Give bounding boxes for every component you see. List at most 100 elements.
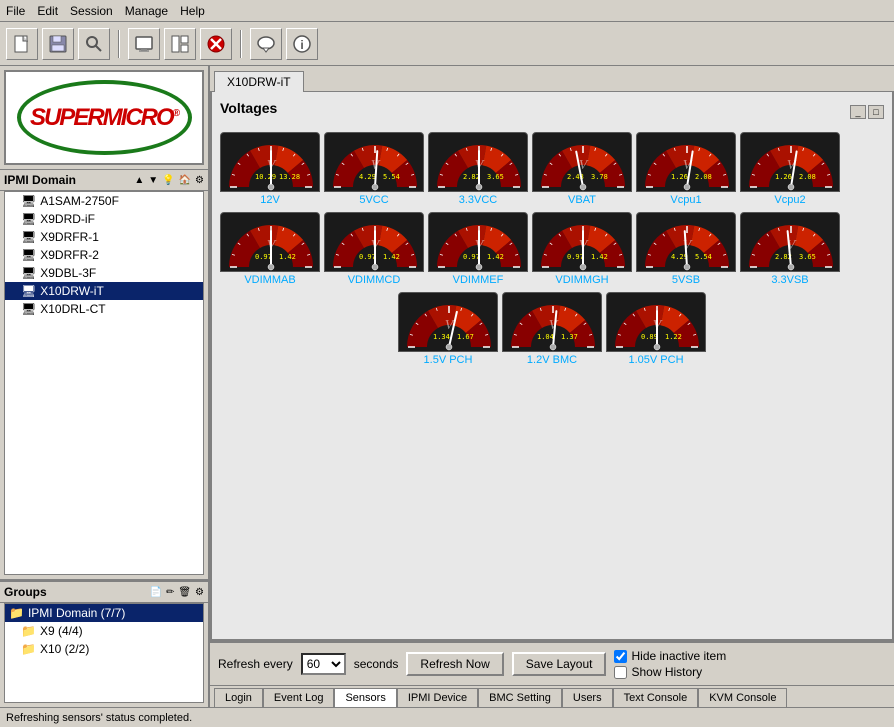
show-history-label[interactable]: Show History bbox=[614, 665, 726, 679]
gauge-row: V 10.29 12 13.28 12V V 4.29 5.02 5.54 5V… bbox=[220, 132, 884, 206]
menu-manage[interactable]: Manage bbox=[125, 4, 168, 18]
minimize-button[interactable]: _ bbox=[850, 105, 866, 119]
gauge-label: VDIMMAB bbox=[244, 274, 295, 286]
svg-text:5.54: 5.54 bbox=[695, 253, 712, 261]
bulb-icon[interactable]: 💡 bbox=[162, 175, 174, 186]
monitor-button[interactable] bbox=[128, 28, 160, 60]
menu-session[interactable]: Session bbox=[70, 4, 113, 18]
toolbar-separator-2 bbox=[240, 30, 242, 58]
groups-header: Groups 📄 ✏ 🗑 ⚙ bbox=[0, 581, 208, 603]
gauge-image: V 0.97 1.2 1.42 bbox=[324, 212, 424, 272]
search-button[interactable] bbox=[78, 28, 110, 60]
message-button[interactable] bbox=[250, 28, 282, 60]
group-item-x9[interactable]: 📁 X9 (4/4) bbox=[5, 622, 203, 640]
gauge-image: V 2.43 2.95 3.78 bbox=[532, 132, 632, 192]
svg-text:4.29: 4.29 bbox=[359, 173, 376, 181]
info-button[interactable]: i bbox=[286, 28, 318, 60]
gauge-cell-5vsb: V 4.29 4.94 5.54 5VSB bbox=[636, 212, 736, 286]
logo-area: SUPERMICRO® bbox=[4, 70, 204, 165]
tree-item-x9drd[interactable]: 🖥 X9DRD-iF bbox=[5, 210, 203, 228]
gauge-image: V 10.29 12 13.28 bbox=[220, 132, 320, 192]
svg-text:1.04: 1.04 bbox=[537, 333, 554, 341]
tree-item-x9drfr2[interactable]: 🖥 X9DRFR-2 bbox=[5, 246, 203, 264]
svg-text:1.42: 1.42 bbox=[279, 253, 296, 261]
refresh-now-button[interactable]: Refresh Now bbox=[406, 652, 503, 676]
group-item-ipmi-domain[interactable]: 📁 IPMI Domain (7/7) bbox=[5, 604, 203, 622]
show-history-checkbox[interactable] bbox=[614, 666, 627, 679]
tab-bmc-setting[interactable]: BMC Setting bbox=[478, 688, 562, 707]
edit-group-icon[interactable]: ✏ bbox=[166, 587, 174, 598]
tree-item-x10drw[interactable]: 🖥 X10DRW-iT bbox=[5, 282, 203, 300]
settings-icon[interactable]: ⚙ bbox=[195, 175, 204, 186]
svg-text:1.22: 1.22 bbox=[665, 333, 682, 341]
gauge-image: V 0.97 1.2 1.42 bbox=[532, 212, 632, 272]
tree-item-x10drl[interactable]: 🖥 X10DRL-CT bbox=[5, 300, 203, 318]
save-button[interactable] bbox=[42, 28, 74, 60]
tab-users[interactable]: Users bbox=[562, 688, 613, 707]
add-group-icon[interactable]: 📄 bbox=[149, 587, 161, 598]
delete-group-icon[interactable]: 🗑 bbox=[178, 587, 191, 598]
svg-text:3.28: 3.28 bbox=[465, 190, 484, 192]
gauge-label: VBAT bbox=[568, 194, 596, 206]
menu-file[interactable]: File bbox=[6, 4, 25, 18]
gauge-cell-3.3vsb: V 2.82 3.21 3.65 3.3VSB bbox=[740, 212, 840, 286]
hide-inactive-checkbox[interactable] bbox=[614, 650, 627, 663]
group-settings-icon[interactable]: ⚙ bbox=[195, 587, 204, 598]
svg-text:1.26: 1.26 bbox=[775, 173, 792, 181]
svg-text:1.2: 1.2 bbox=[260, 270, 275, 272]
svg-text:1.34: 1.34 bbox=[433, 333, 450, 341]
tab-sensors[interactable]: Sensors bbox=[334, 688, 396, 707]
svg-text:13.28: 13.28 bbox=[279, 173, 300, 181]
folder-icon: 📁 bbox=[21, 642, 36, 656]
svg-text:5.54: 5.54 bbox=[383, 173, 400, 181]
stop-button[interactable] bbox=[200, 28, 232, 60]
svg-text:3.78: 3.78 bbox=[591, 173, 608, 181]
svg-text:1.42: 1.42 bbox=[591, 253, 608, 261]
svg-text:1.37: 1.37 bbox=[561, 333, 578, 341]
groups-title: Groups bbox=[4, 585, 145, 599]
svg-text:1.21: 1.21 bbox=[539, 350, 558, 352]
svg-text:i: i bbox=[300, 38, 303, 52]
gauge-image: V 4.29 5.02 5.54 bbox=[324, 132, 424, 192]
tab-x10drw[interactable]: X10DRW-iT bbox=[214, 71, 304, 92]
arrow-down-icon[interactable]: ▼ bbox=[148, 175, 158, 186]
hide-inactive-label[interactable]: Hide inactive item bbox=[614, 649, 726, 663]
layout-button[interactable] bbox=[164, 28, 196, 60]
group-item-x10[interactable]: 📁 X10 (2/2) bbox=[5, 640, 203, 658]
tree-item-x9dbl[interactable]: 🖥 X9DBL-3F bbox=[5, 264, 203, 282]
window-controls: _ □ bbox=[850, 105, 884, 119]
toolbar: i bbox=[0, 22, 894, 66]
svg-text:2.82: 2.82 bbox=[463, 173, 480, 181]
svg-text:3.21: 3.21 bbox=[777, 270, 796, 272]
new-button[interactable] bbox=[6, 28, 38, 60]
tab-ipmi-device[interactable]: IPMI Device bbox=[397, 688, 478, 707]
refresh-interval-select[interactable]: 60 30 120 bbox=[301, 653, 346, 675]
maximize-button[interactable]: □ bbox=[868, 105, 884, 119]
svg-text:0.97: 0.97 bbox=[463, 253, 480, 261]
tree-item-x9drfr1[interactable]: 🖥 X9DRFR-1 bbox=[5, 228, 203, 246]
tree-item-a1sam[interactable]: 🖥 A1SAM-2750F bbox=[5, 192, 203, 210]
menu-edit[interactable]: Edit bbox=[37, 4, 58, 18]
tab-kvm-console[interactable]: KVM Console bbox=[698, 688, 787, 707]
gauge-label: Vcpu2 bbox=[774, 194, 805, 206]
logo-text: SUPERMICRO® bbox=[30, 104, 178, 132]
svg-text:10.29: 10.29 bbox=[255, 173, 276, 181]
tab-text-console[interactable]: Text Console bbox=[613, 688, 699, 707]
tab-event-log[interactable]: Event Log bbox=[263, 688, 335, 707]
svg-text:1.04: 1.04 bbox=[643, 350, 662, 352]
ipmi-domain-header: IPMI Domain ▲ ▼ 💡 🏠 ⚙ bbox=[0, 169, 208, 191]
gauge-label: 3.3VCC bbox=[459, 194, 498, 206]
svg-text:2.08: 2.08 bbox=[695, 173, 712, 181]
gauges-grid: V 10.29 12 13.28 12V V 4.29 5.02 5.54 5V… bbox=[220, 132, 884, 366]
svg-text:1.2: 1.2 bbox=[468, 270, 483, 272]
toolbar-separator-1 bbox=[118, 30, 120, 58]
save-layout-button[interactable]: Save Layout bbox=[512, 652, 607, 676]
arrow-up-icon[interactable]: ▲ bbox=[134, 175, 144, 186]
menu-help[interactable]: Help bbox=[180, 4, 205, 18]
right-panel: X10DRW-iT Voltages _ □ V 10.29 12 13.28 … bbox=[210, 66, 894, 707]
home-icon[interactable]: 🏠 bbox=[179, 175, 191, 186]
seconds-label: seconds bbox=[354, 657, 399, 671]
gauge-image: V 1.34 1.53 1.67 bbox=[398, 292, 498, 352]
gauge-cell-vdimmef: V 0.97 1.2 1.42 VDIMMEF bbox=[428, 212, 528, 286]
tab-login[interactable]: Login bbox=[214, 688, 263, 707]
